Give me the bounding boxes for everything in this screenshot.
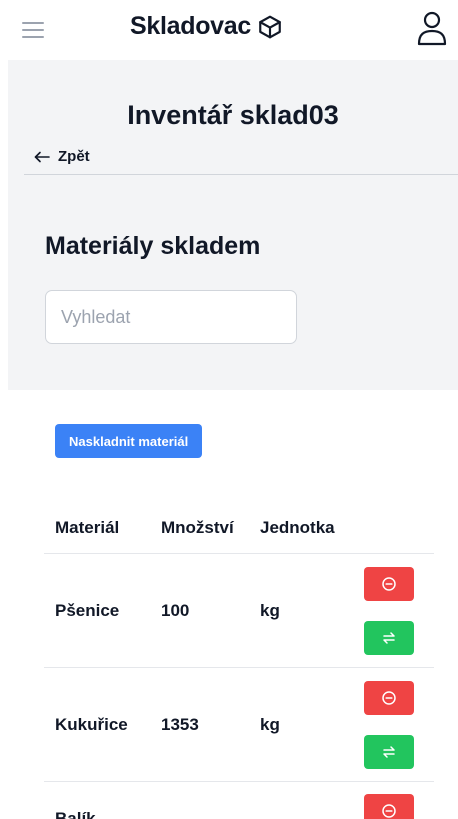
arrow-left-icon xyxy=(34,151,50,162)
box-icon xyxy=(259,15,281,38)
column-header-material: Materiál xyxy=(55,518,120,537)
material-unit: kg xyxy=(260,601,280,620)
back-label: Zpět xyxy=(58,148,90,165)
transfer-arrows-icon xyxy=(383,632,395,644)
brand[interactable]: Skladovac xyxy=(130,12,283,41)
material-name: Kukuřice xyxy=(55,715,128,734)
column-header-unit: Jednotka xyxy=(260,518,335,537)
back-link[interactable]: Zpět xyxy=(34,148,90,165)
row-divider xyxy=(44,553,434,554)
top-bar: Skladovac xyxy=(0,0,458,60)
search-input[interactable] xyxy=(45,290,297,344)
transfer-button[interactable] xyxy=(364,621,414,655)
transfer-button[interactable] xyxy=(364,735,414,769)
material-unit: kg xyxy=(260,715,280,734)
divider xyxy=(24,174,458,175)
add-material-button[interactable]: Naskladnit materiál xyxy=(55,424,203,458)
hamburger-icon[interactable] xyxy=(22,22,44,38)
inventory-header-panel: Inventář sklad03 Zpět Materiály skladem xyxy=(8,60,458,390)
section-title: Materiály skladem xyxy=(45,232,261,260)
minus-circle-icon xyxy=(382,804,396,818)
remove-button[interactable] xyxy=(364,567,414,601)
minus-circle-icon xyxy=(382,577,396,591)
user-icon[interactable] xyxy=(416,10,448,46)
transfer-arrows-icon xyxy=(383,746,395,758)
remove-button[interactable] xyxy=(364,794,414,819)
material-name: Balík xyxy=(55,809,96,819)
row-divider xyxy=(44,781,434,782)
materials-card: Naskladnit materiál Materiál Množství Je… xyxy=(24,394,454,819)
brand-name: Skladovac xyxy=(130,12,251,40)
remove-button[interactable] xyxy=(364,681,414,715)
row-divider xyxy=(44,667,434,668)
material-quantity: 100 xyxy=(161,601,190,620)
minus-circle-icon xyxy=(382,691,396,705)
material-quantity: 1353 xyxy=(161,715,199,734)
column-header-quantity: Množství xyxy=(161,518,234,537)
page-title: Inventář sklad03 xyxy=(127,100,339,130)
material-name: Pšenice xyxy=(55,601,120,620)
